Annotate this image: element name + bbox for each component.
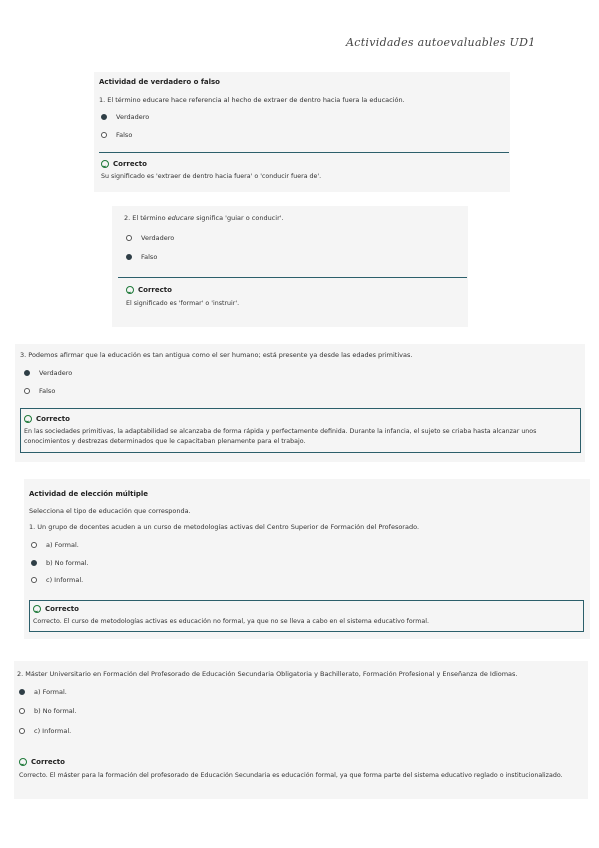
- feedback-box: [99, 152, 509, 188]
- radio-selected-icon[interactable]: [126, 254, 132, 260]
- option-false[interactable]: Falso: [24, 387, 55, 395]
- option-true[interactable]: Verdadero: [126, 234, 174, 242]
- activity-header: Actividad de verdadero o falso: [99, 78, 220, 86]
- feedback-text: El significado es 'formar' o 'instruir'.: [126, 300, 240, 307]
- radio-unselected-icon[interactable]: [31, 542, 37, 548]
- question-text: 2. Máster Universitario en Formación del…: [17, 670, 518, 678]
- question-prefix: 2. El término: [124, 214, 168, 222]
- option-label: Falso: [116, 131, 133, 139]
- instruction-text: Selecciona el tipo de educación que corr…: [29, 507, 191, 515]
- option-label: c) Informal.: [34, 727, 72, 735]
- feedback-text: Correcto. El máster para la formación de…: [19, 772, 563, 779]
- feedback-header: Correcto: [126, 286, 172, 294]
- question-text: 3. Podemos afirmar que la educación es t…: [20, 351, 413, 359]
- smiley-icon: [24, 415, 32, 423]
- option-label: Verdadero: [39, 369, 73, 377]
- feedback-header: Correcto: [19, 758, 65, 766]
- option-label: b) No formal.: [46, 559, 89, 567]
- question-suffix: significa 'guiar o conducir'.: [194, 214, 284, 222]
- option-true[interactable]: Verdadero: [101, 113, 149, 121]
- option-label: c) Informal.: [46, 576, 84, 584]
- activity-header: Actividad de elección múltiple: [29, 490, 149, 498]
- radio-selected-icon[interactable]: [24, 370, 30, 376]
- option-label: Verdadero: [116, 113, 150, 121]
- feedback-title: Correcto: [45, 605, 79, 613]
- option-c[interactable]: c) Informal.: [19, 727, 71, 735]
- feedback-box: [118, 277, 467, 317]
- question-text: 1. El término educare hace referencia al…: [99, 96, 405, 104]
- smiley-icon: [19, 758, 27, 766]
- option-label: b) No formal.: [34, 707, 77, 715]
- option-b[interactable]: b) No formal.: [19, 707, 77, 715]
- feedback-header: Correcto: [24, 415, 70, 423]
- smiley-icon: [126, 286, 134, 294]
- option-label: a) Formal.: [34, 688, 67, 696]
- radio-unselected-icon[interactable]: [19, 708, 25, 714]
- smiley-icon: [101, 160, 109, 168]
- document-title: Actividades autoevaluables UD1: [346, 36, 536, 49]
- feedback-box: [29, 600, 584, 632]
- feedback-text: Su significado es 'extraer de dentro hac…: [101, 173, 322, 180]
- feedback-title: Correcto: [138, 286, 172, 294]
- feedback-title: Correcto: [36, 415, 70, 423]
- option-label: Verdadero: [141, 234, 175, 242]
- radio-selected-icon[interactable]: [19, 689, 25, 695]
- radio-unselected-icon[interactable]: [126, 235, 132, 241]
- option-c[interactable]: c) Informal.: [31, 576, 83, 584]
- radio-unselected-icon[interactable]: [31, 577, 37, 583]
- option-label: Falso: [141, 253, 158, 261]
- option-label: a) Formal.: [46, 541, 79, 549]
- question-text: 2. El término educare significa 'guiar o…: [124, 214, 284, 222]
- option-false[interactable]: Falso: [101, 131, 132, 139]
- question-text: 1. Un grupo de docentes acuden a un curs…: [29, 523, 420, 531]
- radio-unselected-icon[interactable]: [101, 132, 107, 138]
- feedback-title: Correcto: [113, 160, 147, 168]
- option-label: Falso: [39, 387, 56, 395]
- feedback-header: Correcto: [33, 605, 79, 613]
- option-a[interactable]: a) Formal.: [31, 541, 79, 549]
- radio-selected-icon[interactable]: [31, 560, 37, 566]
- question-term: educare: [167, 214, 195, 222]
- feedback-text: Correcto. El curso de metodologías activ…: [33, 618, 429, 625]
- option-false[interactable]: Falso: [126, 253, 157, 261]
- radio-unselected-icon[interactable]: [24, 388, 30, 394]
- feedback-header: Correcto: [101, 160, 147, 168]
- feedback-title: Correcto: [31, 758, 65, 766]
- feedback-text: En las sociedades primitivas, la adaptab…: [24, 428, 537, 445]
- option-b[interactable]: b) No formal.: [31, 559, 89, 567]
- option-a[interactable]: a) Formal.: [19, 688, 67, 696]
- smiley-icon: [33, 605, 41, 613]
- radio-selected-icon[interactable]: [101, 114, 107, 120]
- option-true[interactable]: Verdadero: [24, 369, 72, 377]
- radio-unselected-icon[interactable]: [19, 728, 25, 734]
